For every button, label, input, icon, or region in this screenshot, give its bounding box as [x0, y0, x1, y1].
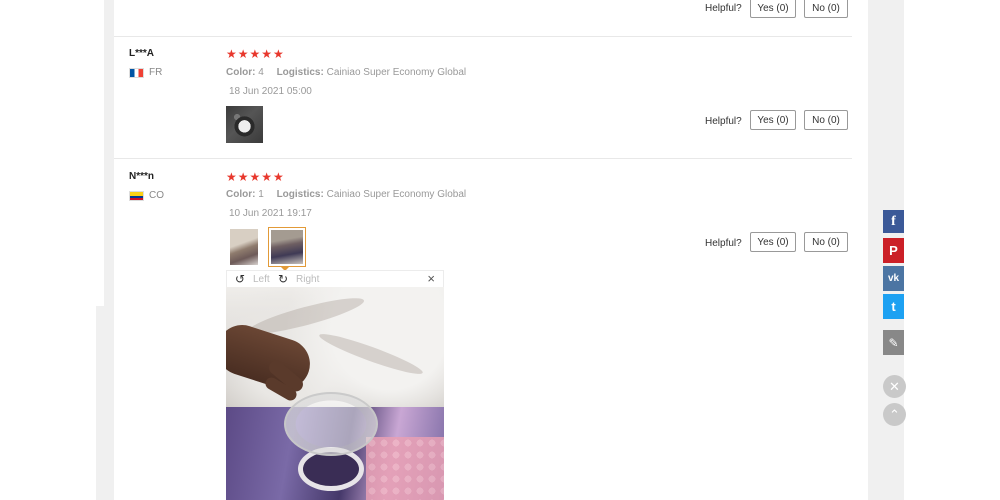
- review-divider: [114, 158, 852, 159]
- color-label: Color:: [226, 67, 256, 78]
- helpful-yes-button[interactable]: Yes (0): [750, 110, 796, 130]
- star-rating: ★★★★★: [226, 47, 285, 61]
- color-value: 1: [258, 189, 264, 200]
- color-label: Color:: [226, 189, 256, 200]
- reviewer-name: N***n: [129, 171, 155, 182]
- color-value: 4: [258, 67, 264, 78]
- reviewer-country: CO: [129, 190, 164, 201]
- star-rating: ★★★★★: [226, 170, 285, 184]
- photo-detail: [316, 328, 426, 380]
- logistics-label: Logistics:: [276, 189, 324, 200]
- logistics-value: Cainiao Super Economy Global: [326, 189, 467, 200]
- photo-detail: [366, 437, 444, 500]
- image-viewer-toolbar: ↺ Left ↻ Right ×: [226, 270, 444, 287]
- close-icon[interactable]: ×: [427, 271, 435, 286]
- country-code: CO: [149, 190, 164, 201]
- thumbnail-image: [271, 230, 303, 264]
- helpful-no-button[interactable]: No (0): [804, 0, 848, 18]
- helpful-no-button[interactable]: No (0): [804, 110, 848, 130]
- helpful-label: Helpful?: [705, 116, 742, 127]
- logistics-value: Cainiao Super Economy Global: [326, 67, 467, 78]
- twitter-share-icon[interactable]: t: [883, 294, 904, 319]
- country-code: FR: [149, 67, 163, 78]
- rotate-right-icon[interactable]: ↻: [278, 272, 288, 286]
- pinterest-share-icon[interactable]: P: [883, 238, 904, 263]
- review-sku-info: Color: 4 Logistics: Cainiao Super Econom…: [226, 67, 466, 78]
- france-flag-icon: [129, 67, 144, 78]
- facebook-share-icon[interactable]: f: [883, 210, 904, 233]
- review-photo-thumbnail[interactable]: [226, 106, 263, 143]
- edit-icon[interactable]: ✎: [883, 330, 904, 355]
- scroll-top-icon[interactable]: ⌃: [883, 403, 906, 426]
- review-date: 18 Jun 2021 05:00: [229, 86, 312, 97]
- colombia-flag-icon: [129, 190, 144, 201]
- rotate-left-label[interactable]: Left: [253, 274, 270, 285]
- helpful-label: Helpful?: [705, 238, 742, 249]
- photo-detail: [284, 392, 378, 456]
- rotate-left-icon[interactable]: ↺: [235, 272, 245, 286]
- vk-share-icon[interactable]: vk: [883, 266, 904, 291]
- review-sku-info: Color: 1 Logistics: Cainiao Super Econom…: [226, 189, 466, 200]
- helpful-no-button[interactable]: No (0): [804, 232, 848, 252]
- page-gutter-notch: [96, 0, 104, 306]
- reviewer-country: FR: [129, 67, 162, 78]
- review-divider: [114, 36, 852, 37]
- review-photo-enlarged: [226, 287, 444, 500]
- review-date: 10 Jun 2021 19:17: [229, 208, 312, 219]
- helpful-label: Helpful?: [705, 3, 742, 14]
- close-circle-icon[interactable]: ✕: [883, 375, 906, 398]
- helpful-yes-button[interactable]: Yes (0): [750, 0, 796, 18]
- review-photo-thumbnail-selected[interactable]: [268, 227, 306, 267]
- logistics-label: Logistics:: [276, 67, 324, 78]
- review-photo-thumbnail[interactable]: [230, 229, 258, 265]
- helpful-yes-button[interactable]: Yes (0): [750, 232, 796, 252]
- rotate-right-label[interactable]: Right: [296, 274, 319, 285]
- reviewer-name: L***A: [129, 48, 155, 59]
